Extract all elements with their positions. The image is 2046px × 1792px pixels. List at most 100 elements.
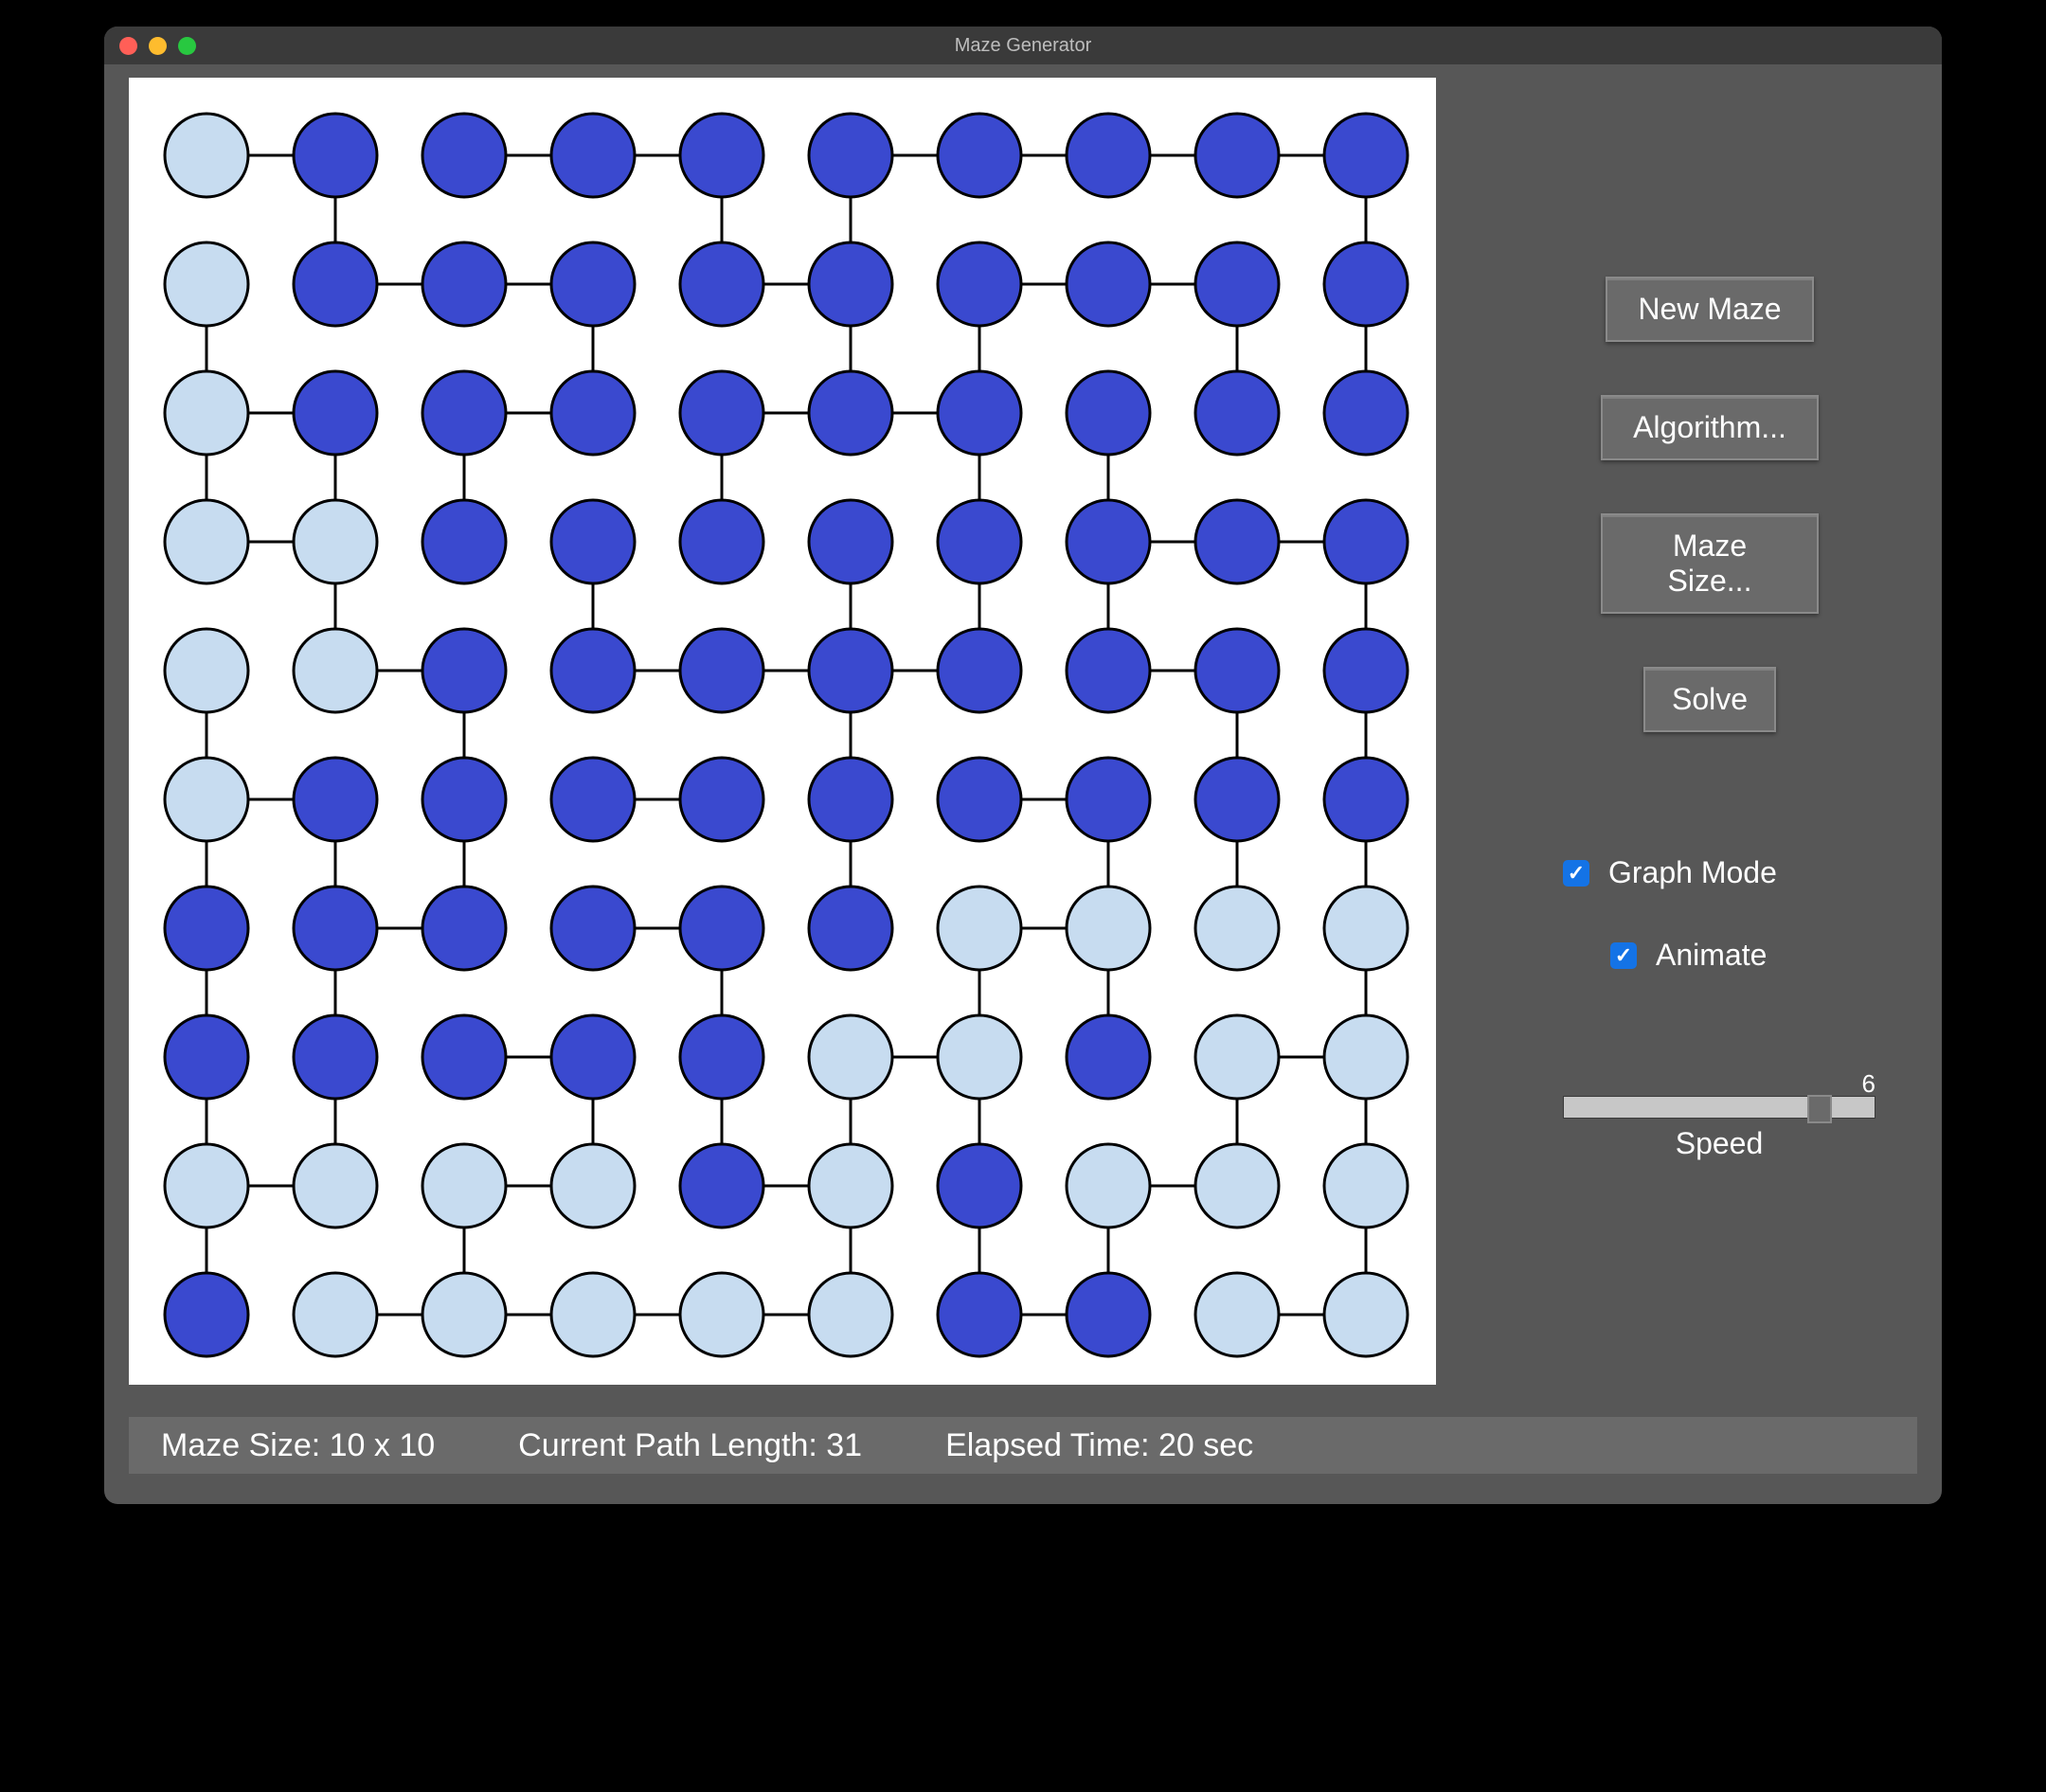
maze-node (938, 1144, 1021, 1228)
animate-label: Animate (1656, 938, 1767, 973)
titlebar: Maze Generator (104, 27, 1942, 64)
maze-node (680, 1144, 763, 1228)
maze-node (1067, 1015, 1150, 1099)
maze-node (422, 758, 506, 841)
maze-node (938, 629, 1021, 712)
maze-node-visited (1195, 1273, 1279, 1356)
maze-canvas (129, 78, 1436, 1385)
maze-node (422, 371, 506, 455)
maze-node (551, 242, 635, 326)
maze-node-visited (1324, 1015, 1408, 1099)
maze-node (1195, 371, 1279, 455)
maze-node (938, 242, 1021, 326)
maze-node (680, 758, 763, 841)
speed-slider-thumb[interactable] (1807, 1095, 1832, 1123)
maze-node (680, 629, 763, 712)
solve-button[interactable]: Solve (1643, 667, 1776, 732)
maze-node-visited (1324, 887, 1408, 970)
status-maze-size: Maze Size: 10 x 10 (161, 1427, 435, 1464)
maze-node (294, 371, 377, 455)
maze-node (294, 1015, 377, 1099)
maze-node (422, 887, 506, 970)
maze-node (422, 114, 506, 197)
maze-node (809, 629, 892, 712)
maze-node-visited (551, 1273, 635, 1356)
maze-node (294, 887, 377, 970)
maze-node-visited (165, 500, 248, 583)
maze-node-visited (294, 1273, 377, 1356)
maze-node (1067, 1273, 1150, 1356)
maze-node-visited (1067, 1144, 1150, 1228)
maze-node (680, 1015, 763, 1099)
maze-node (1195, 114, 1279, 197)
maze-node-visited (1324, 1144, 1408, 1228)
maze-node-visited (294, 500, 377, 583)
maze-node-visited (809, 1273, 892, 1356)
maze-node-visited (294, 629, 377, 712)
maze-node-visited (1324, 1273, 1408, 1356)
maze-node (938, 114, 1021, 197)
speed-label: Speed (1563, 1126, 1876, 1161)
animate-checkbox[interactable]: ✓ (1610, 942, 1637, 969)
maze-node (422, 1015, 506, 1099)
new-maze-button[interactable]: New Maze (1606, 277, 1814, 342)
maze-node (165, 1273, 248, 1356)
maze-node (680, 242, 763, 326)
maze-node (680, 371, 763, 455)
maze-node (422, 242, 506, 326)
maze-node-visited (165, 242, 248, 326)
maze-node (938, 371, 1021, 455)
maze-node (1324, 758, 1408, 841)
maze-node (1067, 371, 1150, 455)
maze-node (809, 242, 892, 326)
maze-node-visited (938, 887, 1021, 970)
maze-node (1067, 758, 1150, 841)
maze-node (294, 758, 377, 841)
side-panel: New Maze Algorithm... Maze Size... Solve… (1478, 78, 1942, 1385)
status-bar: Maze Size: 10 x 10 Current Path Length: … (129, 1417, 1917, 1474)
speed-slider[interactable] (1563, 1096, 1876, 1119)
maze-node (1324, 500, 1408, 583)
maze-node (294, 242, 377, 326)
maze-node (551, 371, 635, 455)
algorithm-button[interactable]: Algorithm... (1601, 395, 1819, 460)
maze-node-visited (422, 1273, 506, 1356)
maze-node (1324, 629, 1408, 712)
status-elapsed-time: Elapsed Time: 20 sec (945, 1427, 1253, 1464)
maze-node (809, 371, 892, 455)
maze-node (165, 1015, 248, 1099)
maze-node-visited (809, 1015, 892, 1099)
maze-node (680, 500, 763, 583)
maze-node (551, 758, 635, 841)
maze-node (165, 887, 248, 970)
maze-node (551, 500, 635, 583)
maze-size-button[interactable]: Maze Size... (1601, 513, 1819, 614)
app-window: Maze Generator New Maze Algorithm... Maz… (104, 27, 1942, 1504)
graph-mode-checkbox[interactable]: ✓ (1563, 860, 1589, 887)
maze-node-visited (165, 371, 248, 455)
window-title: Maze Generator (104, 35, 1942, 57)
maze-node-visited (165, 1144, 248, 1228)
maze-node (1067, 242, 1150, 326)
maze-node (422, 629, 506, 712)
maze-node (938, 1273, 1021, 1356)
maze-node-visited (165, 629, 248, 712)
maze-node-visited (1195, 1144, 1279, 1228)
maze-graph (129, 78, 1436, 1385)
maze-node (551, 629, 635, 712)
maze-node (1324, 114, 1408, 197)
maze-node (551, 114, 635, 197)
maze-node (551, 1015, 635, 1099)
status-path-length: Current Path Length: 31 (518, 1427, 862, 1464)
speed-value: 6 (1862, 1069, 1876, 1099)
maze-node (1067, 114, 1150, 197)
maze-node (809, 758, 892, 841)
maze-node (1195, 242, 1279, 326)
maze-node (1324, 371, 1408, 455)
maze-node (294, 114, 377, 197)
maze-node-visited (680, 1273, 763, 1356)
graph-mode-label: Graph Mode (1608, 855, 1777, 890)
maze-node (809, 114, 892, 197)
maze-node (938, 500, 1021, 583)
maze-node (938, 758, 1021, 841)
